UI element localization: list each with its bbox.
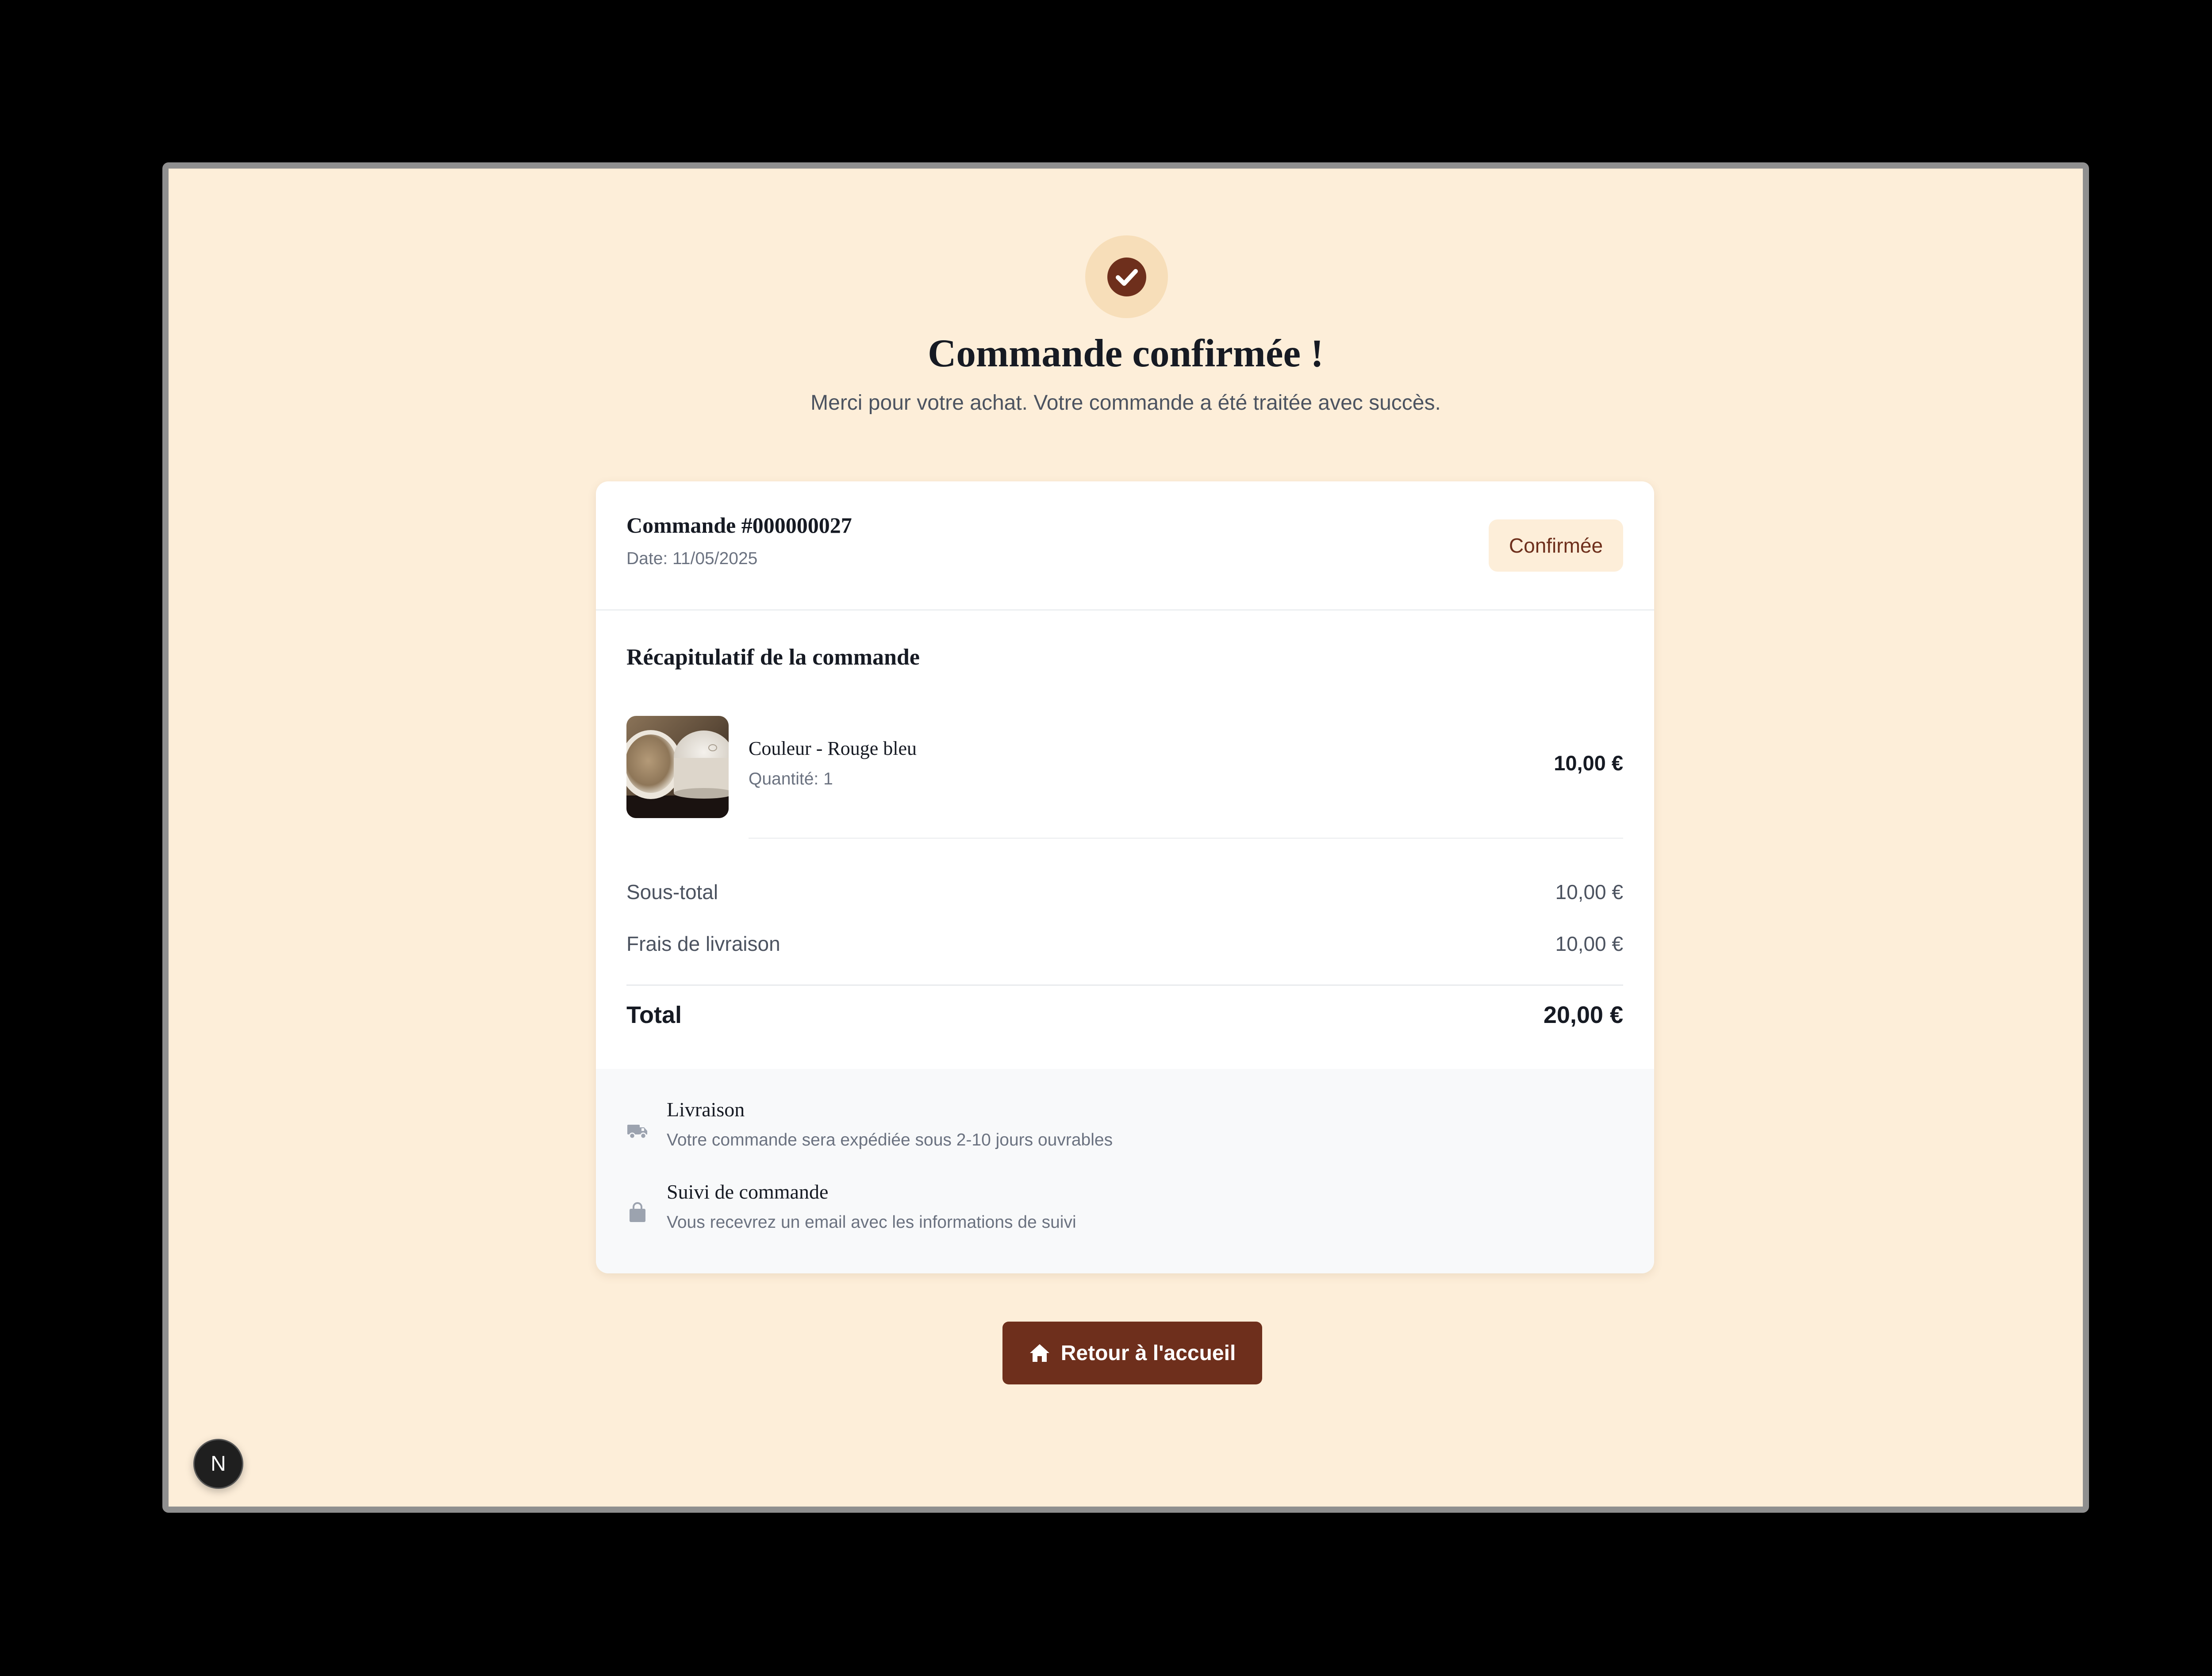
home-icon <box>1029 1344 1049 1362</box>
home-button-label: Retour à l'accueil <box>1060 1341 1236 1365</box>
shipping-label: Frais de livraison <box>626 932 780 955</box>
summary-title: Récapitulatif de la commande <box>626 645 920 670</box>
total-label: Total <box>626 1002 682 1028</box>
home-button[interactable]: Retour à l'accueil <box>1002 1322 1262 1384</box>
status-badge: Confirmée <box>1489 519 1623 572</box>
shipping-row: Frais de livraison 10,00 € <box>626 930 1623 957</box>
truck-icon <box>626 1119 649 1141</box>
shipping-value: 10,00 € <box>1555 932 1623 955</box>
devtools-toggle[interactable]: N <box>193 1439 243 1489</box>
page-subtitle: Merci pour votre achat. Votre commande a… <box>810 391 1441 415</box>
divider <box>626 984 1623 986</box>
item-price: 10,00 € <box>1554 751 1623 775</box>
browser-window: Commande confirmée ! Merci pour votre ac… <box>162 162 2089 1513</box>
order-number: Commande #000000027 <box>626 513 852 538</box>
info-title: Livraison <box>667 1098 745 1121</box>
info-title: Suivi de commande <box>667 1180 829 1203</box>
info-panel: Livraison Votre commande sera expédiée s… <box>596 1069 1654 1273</box>
item-name: Couleur - Rouge bleu <box>749 738 917 759</box>
divider <box>749 838 1623 839</box>
success-badge <box>1085 235 1168 318</box>
order-header: Commande #000000027 Date: 11/05/2025 Con… <box>596 481 1654 611</box>
item-quantity: Quantité: 1 <box>749 769 833 788</box>
order-card: Commande #000000027 Date: 11/05/2025 Con… <box>596 481 1654 1273</box>
page-title: Commande confirmée ! <box>928 332 1324 375</box>
shopping-bag-icon <box>626 1202 649 1224</box>
total-value: 20,00 € <box>1543 1002 1623 1028</box>
product-thumbnail <box>626 716 729 818</box>
subtotal-value: 10,00 € <box>1555 880 1623 903</box>
order-date: Date: 11/05/2025 <box>626 549 758 568</box>
total-row: Total 20,00 € <box>626 999 1623 1030</box>
check-circle-icon <box>1107 257 1146 296</box>
subtotal-label: Sous-total <box>626 880 718 903</box>
subtotal-row: Sous-total 10,00 € <box>626 879 1623 905</box>
info-text: Vous recevrez un email avec les informat… <box>667 1213 1076 1232</box>
info-text: Votre commande sera expédiée sous 2-10 j… <box>667 1130 1113 1149</box>
